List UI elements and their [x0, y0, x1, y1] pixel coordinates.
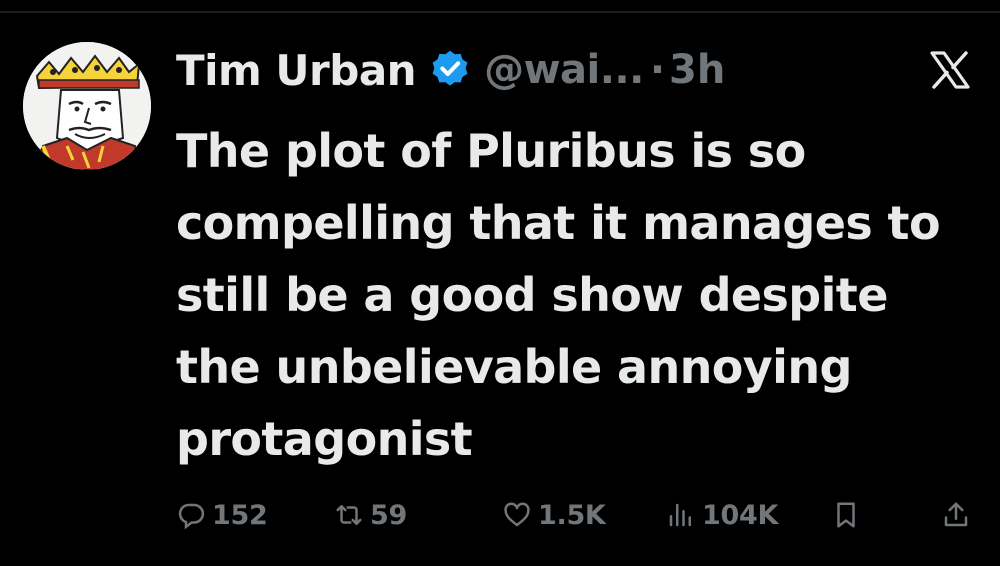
- tweet-actions: 152 59 1.5K 104K: [176, 495, 976, 535]
- repost-icon: [334, 500, 364, 530]
- separator-dot: ·: [649, 47, 666, 93]
- share-button[interactable]: [941, 495, 977, 535]
- bookmark-button[interactable]: [831, 495, 867, 535]
- reply-button[interactable]: 152: [176, 495, 268, 535]
- views-chart-icon: [666, 500, 696, 530]
- author-handle[interactable]: @wai...: [484, 47, 644, 93]
- views-count: 104K: [702, 499, 779, 531]
- author-name[interactable]: Tim Urban: [176, 46, 417, 95]
- reply-count: 152: [212, 499, 268, 531]
- avatar[interactable]: [23, 42, 151, 170]
- like-button[interactable]: 1.5K: [502, 495, 606, 535]
- tweet-header: Tim Urban @wai... · 3h: [176, 40, 725, 100]
- reply-icon: [176, 500, 206, 530]
- repost-count: 59: [370, 499, 407, 531]
- repost-button[interactable]: 59: [334, 495, 407, 535]
- verified-badge-icon: [428, 48, 472, 92]
- share-icon: [941, 500, 971, 530]
- bookmark-icon: [831, 500, 861, 530]
- heart-icon: [502, 500, 532, 530]
- king-card-avatar-image: [23, 42, 151, 170]
- views-button[interactable]: 104K: [666, 495, 778, 535]
- x-logo-icon: [928, 50, 972, 90]
- timestamp[interactable]: 3h: [669, 47, 725, 93]
- tweet-text: The plot of Pluribus is so compelling th…: [176, 124, 941, 466]
- like-count: 1.5K: [538, 499, 606, 531]
- tweet-card[interactable]: Tim Urban @wai... · 3h The plot of Pluri…: [0, 0, 1000, 566]
